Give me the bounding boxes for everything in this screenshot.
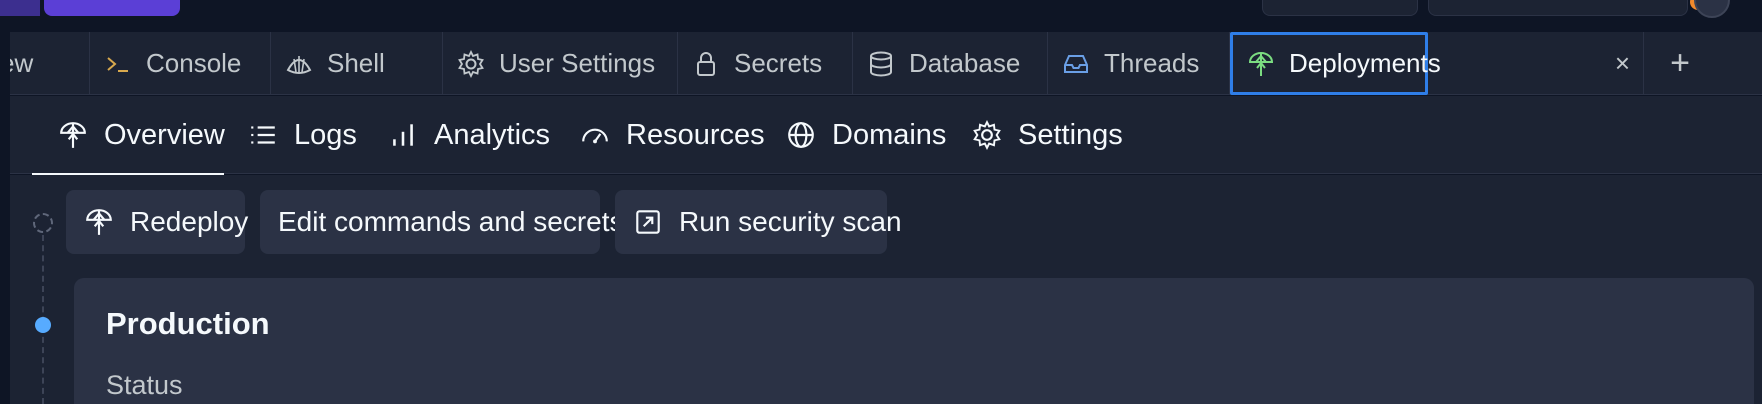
tab-database[interactable]: Database <box>853 32 1048 95</box>
button-label: Redeploy <box>130 206 249 237</box>
subtab-resources[interactable]: Resources <box>580 96 765 174</box>
external-arrow-icon <box>633 207 663 237</box>
add-tab-button[interactable]: + <box>1652 32 1708 95</box>
close-icon: × <box>1614 48 1631 78</box>
subtab-label: Settings <box>1018 118 1123 151</box>
tab-label: Shell <box>327 48 385 78</box>
avatar[interactable] <box>1694 0 1730 18</box>
subtab-analytics[interactable]: Analytics <box>388 96 550 174</box>
button-label: Edit commands and secrets <box>278 206 624 237</box>
deployments-icon <box>1247 50 1275 78</box>
subtab-domains[interactable]: Domains <box>786 96 946 174</box>
gear-icon <box>972 120 1002 150</box>
deployments-icon <box>58 120 88 150</box>
redeploy-button[interactable]: Redeploy <box>66 190 249 254</box>
tab-label: Deployments <box>1289 48 1441 78</box>
subtab-overview[interactable]: Overview <box>32 96 225 175</box>
top-header <box>0 0 1762 30</box>
tab-overview-partial[interactable]: ew <box>0 32 90 95</box>
edit-commands-button[interactable]: Edit commands and secrets <box>260 190 624 254</box>
status-label: Status <box>106 370 183 400</box>
timeline-current-dot <box>35 317 51 333</box>
tab-label: Secrets <box>734 48 823 78</box>
subtab-settings[interactable]: Settings <box>972 96 1123 174</box>
production-card: Production Status <box>74 278 1754 404</box>
tab-threads[interactable]: Threads <box>1048 32 1230 95</box>
shell-icon <box>285 50 313 78</box>
tab-label: User Settings <box>499 48 656 78</box>
subtab-label: Analytics <box>434 118 551 151</box>
terminal-icon <box>104 50 132 78</box>
app-root: ew Console Shell User Settings Secrets D… <box>0 0 1762 404</box>
inbox-icon <box>1062 50 1090 78</box>
card-title: Production <box>106 306 270 341</box>
tab-label: Console <box>146 48 242 78</box>
timeline-pending-dot <box>33 213 53 233</box>
tab-user-settings[interactable]: User Settings <box>443 32 678 95</box>
tab-secrets[interactable]: Secrets <box>678 32 853 95</box>
subtab-label: Logs <box>294 118 357 151</box>
button-label: Run security scan <box>679 206 902 237</box>
subtab-label: Overview <box>104 118 225 151</box>
run-security-scan-button[interactable]: Run security scan <box>615 190 902 254</box>
header-search[interactable] <box>1428 0 1688 16</box>
lock-icon <box>692 50 720 78</box>
workspace-tab-bar: ew Console Shell User Settings Secrets D… <box>0 32 1762 95</box>
subtab-label: Domains <box>832 118 947 151</box>
tab-deployments[interactable]: Deployments <box>1230 32 1441 95</box>
bar-chart-icon <box>388 120 418 150</box>
subtab-logs[interactable]: Logs <box>248 96 357 174</box>
left-rail <box>0 32 10 404</box>
close-tab-button[interactable]: × <box>1602 32 1644 95</box>
tab-console[interactable]: Console <box>90 32 271 95</box>
header-accent <box>0 0 40 16</box>
deployment-subnav: Overview Logs Analytics Resources Domain <box>10 96 1762 175</box>
deployments-icon <box>84 207 114 237</box>
list-icon <box>248 120 278 150</box>
database-icon <box>867 50 895 78</box>
header-control[interactable] <box>1262 0 1418 16</box>
plus-icon: + <box>1670 44 1690 82</box>
gear-icon <box>457 49 485 78</box>
header-primary-button[interactable] <box>44 0 180 16</box>
subtab-label: Resources <box>626 118 765 151</box>
tab-label: Threads <box>1104 48 1200 78</box>
tab-shell[interactable]: Shell <box>271 32 443 95</box>
globe-icon <box>786 120 816 150</box>
gauge-icon <box>580 120 610 150</box>
tab-label: Database <box>909 48 1021 78</box>
